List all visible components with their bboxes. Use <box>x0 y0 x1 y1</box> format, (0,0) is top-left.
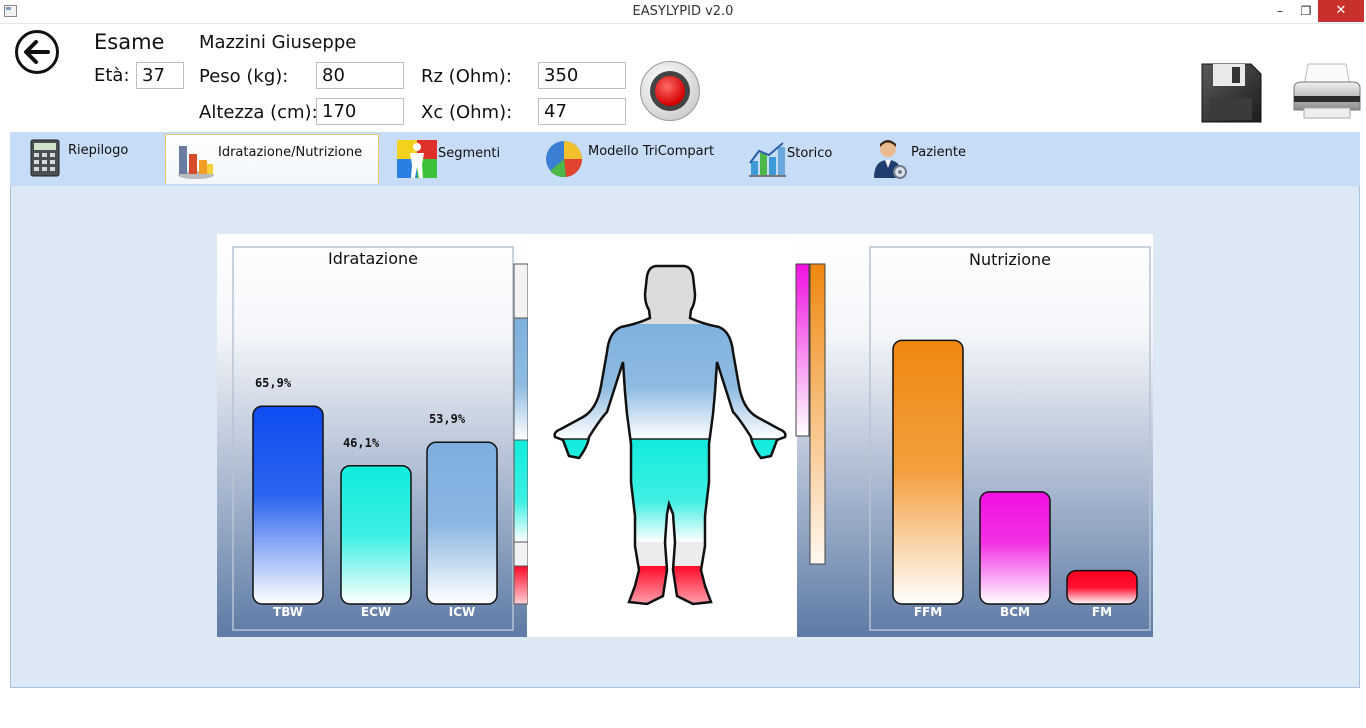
tab-segmenti[interactable]: Segmenti <box>390 132 520 184</box>
tab-riepilogo-label: Riepilogo <box>68 143 129 158</box>
tab-storico-label: Storico <box>787 146 833 161</box>
calculator-icon <box>30 139 60 177</box>
minimize-button[interactable]: – <box>1266 0 1294 22</box>
age-label: Età: <box>94 65 130 86</box>
xc-field[interactable]: 47 <box>538 98 626 125</box>
rz-field[interactable]: 350 <box>538 62 626 89</box>
hydration-title: Idratazione <box>328 249 418 268</box>
tab-bar: Riepilogo Idratazione/Nutrizione Segment… <box>10 132 1360 186</box>
bar-label-ffm: FFM <box>913 605 943 619</box>
tab-tricompart-label: Modello TriCompart <box>588 144 715 159</box>
nutrition-title: Nutrizione <box>968 250 1052 269</box>
body-segments-icon <box>397 140 437 178</box>
bar-label-bcm: BCM <box>1000 605 1030 619</box>
pie-chart-icon <box>546 141 583 178</box>
hydration-scale-column <box>513 263 529 605</box>
back-button[interactable] <box>15 30 59 74</box>
weight-label: Peso (kg): <box>199 66 289 87</box>
tab-modello-tricompart[interactable]: Modello TriCompart <box>540 132 730 184</box>
tab-segmenti-label: Segmenti <box>438 146 501 161</box>
print-button[interactable] <box>1290 60 1364 124</box>
history-chart-icon <box>749 142 786 177</box>
close-button[interactable]: ✕ <box>1318 0 1364 22</box>
bar-label-icw: ICW <box>448 605 476 619</box>
value-label-ecw: 46,1% <box>342 435 380 450</box>
bar-chart-icon <box>178 146 214 179</box>
tab-paziente[interactable]: Paziente <box>866 132 986 184</box>
bar-label-fm: FM <box>1091 605 1113 619</box>
weight-field[interactable]: 80 <box>316 62 404 89</box>
record-button[interactable] <box>640 61 700 121</box>
hydration-nutrition-report: Idratazione Nutrizione TBW 65,9% ECW 46,1% I… <box>217 234 1153 637</box>
record-icon <box>650 71 690 111</box>
bar-label-ecw: ECW <box>360 605 392 619</box>
printer-icon <box>1293 63 1361 119</box>
floppy-disk-icon <box>1201 63 1262 123</box>
rz-label: Rz (Ohm): <box>421 66 512 87</box>
back-arrow-icon <box>24 40 50 64</box>
bar-icw <box>426 441 498 605</box>
tab-idratazione-nutrizione[interactable]: Idratazione/Nutrizione <box>165 134 379 184</box>
bar-label-tbw: TBW <box>273 605 303 619</box>
tab-riepilogo[interactable]: Riepilogo <box>24 132 164 184</box>
bar-bcm <box>979 491 1051 605</box>
save-button[interactable] <box>1199 60 1263 124</box>
bar-tbw <box>252 405 324 605</box>
title-bar: EASYLYPID v2.0 – ❐ ✕ <box>0 0 1366 24</box>
tab-paziente-label: Paziente <box>911 145 966 160</box>
tab-idratazione-label: Idratazione/Nutrizione <box>218 145 363 160</box>
value-label-tbw: 65,9% <box>254 376 292 391</box>
exam-label: Esame <box>94 30 165 54</box>
bar-fm <box>1066 569 1138 605</box>
height-label: Altezza (cm): <box>199 102 318 123</box>
bar-ecw <box>340 464 412 605</box>
tab-storico[interactable]: Storico <box>743 132 853 184</box>
patient-name: Mazzini Giuseppe <box>199 32 357 53</box>
age-field[interactable]: 37 <box>136 62 184 89</box>
bar-ffm <box>892 339 964 605</box>
restore-button[interactable]: ❐ <box>1292 0 1320 22</box>
height-field[interactable]: 170 <box>316 98 404 125</box>
value-label-icw: 53,9% <box>428 412 466 427</box>
xc-label: Xc (Ohm): <box>421 102 513 123</box>
patient-icon <box>874 140 907 179</box>
window-title: EASYLYPID v2.0 <box>632 4 734 19</box>
